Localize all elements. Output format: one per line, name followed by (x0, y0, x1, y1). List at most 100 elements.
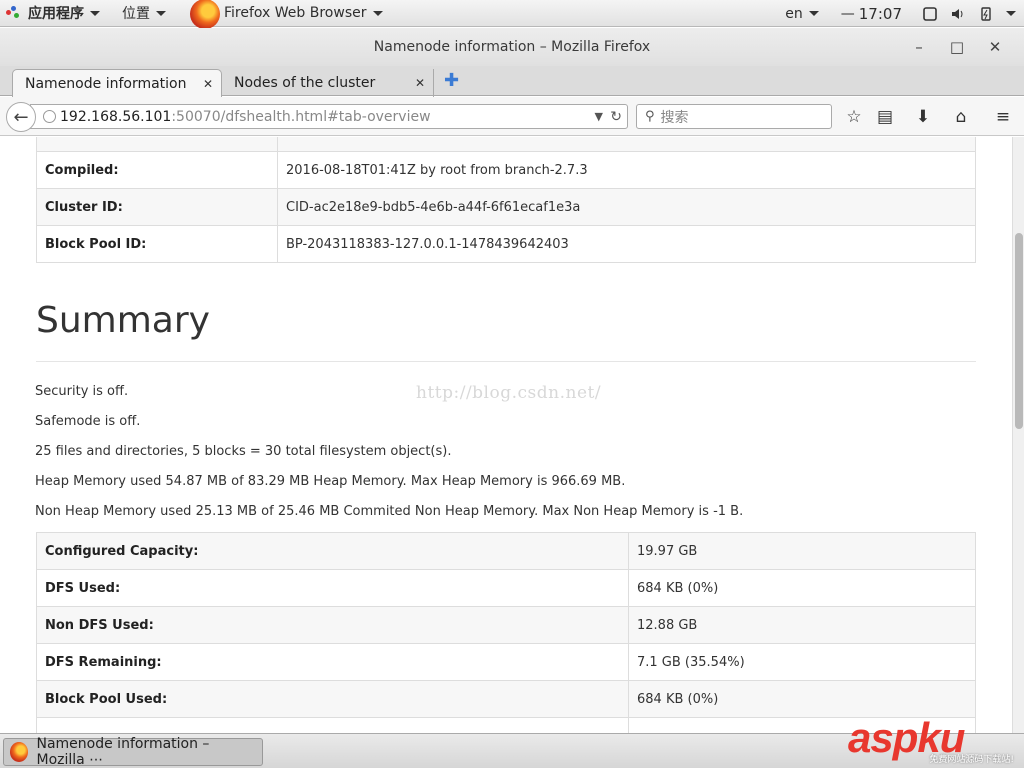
table-value: CID-ac2e18e9-bdb5-4e6b-a44f-6f61ecaf1e3a (277, 188, 976, 226)
site-logo-subtitle: 免费网站源码下载站! (929, 755, 1014, 765)
table-key: Compiled: (36, 151, 278, 189)
scrollbar-thumb[interactable] (1015, 233, 1023, 429)
table-value: BP-2043118383-127.0.0.1-1478439642403 (277, 225, 976, 263)
window-controls: – □ ✕ (900, 28, 1014, 66)
table-key: DFS Remaining: (36, 643, 629, 681)
url-host: 192.168.56.101 (60, 108, 172, 125)
places-label: 位置 (122, 6, 150, 22)
table-value: 684 KB (0%) (628, 569, 976, 607)
tab-strip: Namenode information ✕ Nodes of the clus… (0, 66, 1024, 97)
table-key: DFS Used: (36, 569, 629, 607)
chevron-down-icon (372, 10, 383, 16)
gnome-foot-icon (6, 6, 20, 20)
safemode-status: Safemode is off. (35, 414, 141, 429)
table-row: DFS Used: 684 KB (0%) (36, 569, 976, 607)
close-window-button[interactable]: ✕ (976, 28, 1014, 66)
heap-memory: Heap Memory used 54.87 MB of 83.29 MB He… (35, 474, 626, 489)
table-value: 19.97 GB (628, 532, 976, 570)
tab-nodes-of-the-cluster[interactable]: Nodes of the cluster ✕ (222, 69, 434, 97)
table-row: Compiled: 2016-08-18T01:41Z by root from … (36, 151, 976, 189)
filesystem-objects: 25 files and directories, 5 blocks = 30 … (35, 444, 452, 459)
tab-namenode-information[interactable]: Namenode information ✕ (12, 69, 222, 97)
security-status: Security is off. (35, 384, 129, 399)
dash-separator: — (840, 5, 855, 22)
home-icon[interactable]: ⌂ (949, 105, 973, 129)
table-key (36, 137, 278, 152)
applications-menu[interactable]: 应用程序 (0, 0, 106, 27)
tab-label: Namenode information (25, 75, 187, 92)
table-row: Configured Capacity: 19.97 GB (36, 532, 976, 570)
panel-tray: en — 17:07 (779, 0, 1024, 27)
site-logo: aspku 免费网站源码下载站! (848, 714, 1018, 766)
vertical-scrollbar[interactable] (1012, 137, 1024, 733)
chevron-down-icon (90, 10, 100, 16)
back-button[interactable]: ← (6, 102, 36, 132)
hamburger-menu-icon[interactable]: ≡ (991, 105, 1015, 129)
table-row: Non DFS Used: 12.88 GB (36, 606, 976, 644)
search-placeholder: 搜索 (660, 109, 689, 126)
close-icon[interactable]: ✕ (415, 76, 425, 90)
chevron-down-icon (808, 11, 819, 16)
navigation-bar: ← 192.168.56.101 :50070/dfshealth.html#t… (0, 97, 1024, 136)
table-key: Block Pool Used: (36, 680, 629, 718)
non-heap-memory: Non Heap Memory used 25.13 MB of 25.46 M… (35, 504, 744, 519)
watermark: http://blog.csdn.net/ (416, 383, 602, 403)
table-row (36, 717, 976, 733)
divider (36, 361, 976, 362)
window-list-icon[interactable] (923, 6, 937, 21)
search-icon: ⚲ (645, 109, 655, 124)
top-panel: 应用程序 位置 Firefox Web Browser en — 17:07 (0, 0, 1024, 29)
search-bar[interactable]: ⚲ 搜索 (636, 104, 832, 129)
table-value (277, 137, 976, 152)
arrow-left-icon: ← (13, 106, 29, 128)
download-icon[interactable]: ⬇ (911, 105, 935, 129)
window-titlebar: Namenode information – Mozilla Firefox –… (0, 28, 1024, 66)
volume-icon[interactable] (951, 7, 965, 21)
battery-icon[interactable] (979, 6, 993, 21)
minimize-button[interactable]: – (900, 28, 938, 66)
table-key: Cluster ID: (36, 188, 278, 226)
table-value: 7.1 GB (35.54%) (628, 643, 976, 681)
page-content: Compiled: 2016-08-18T01:41Z by root from … (0, 137, 1012, 733)
table-row: Cluster ID: CID-ac2e18e9-bdb5-4e6b-a44f-6… (36, 188, 976, 226)
overview-table: Compiled: 2016-08-18T01:41Z by root from … (36, 137, 976, 263)
chevron-down-icon[interactable] (1006, 11, 1016, 16)
globe-icon (43, 110, 56, 123)
table-value: 2016-08-18T01:41Z by root from branch-2.… (277, 151, 976, 189)
taskbar-window-label: Namenode information – Mozilla ⋯ (36, 736, 210, 768)
table-value: 12.88 GB (628, 606, 976, 644)
url-bar[interactable]: 192.168.56.101 :50070/dfshealth.html#tab… (30, 104, 628, 129)
close-icon[interactable]: ✕ (203, 77, 213, 91)
new-tab-plus-icon[interactable]: ✚ (444, 70, 459, 91)
table-row (36, 137, 976, 152)
bookmark-star-icon[interactable]: ☆ (842, 105, 866, 129)
url-path: :50070/dfshealth.html#tab-overview (171, 108, 431, 125)
firefox-icon (190, 0, 220, 29)
table-key: Configured Capacity: (36, 532, 629, 570)
summary-heading: Summary (36, 300, 210, 341)
table-row: DFS Remaining: 7.1 GB (35.54%) (36, 643, 976, 681)
window-title: Namenode information – Mozilla Firefox (373, 39, 651, 55)
firefox-icon (10, 742, 29, 762)
table-value: 684 KB (0%) (628, 680, 976, 718)
clock[interactable]: 17:07 (859, 5, 902, 23)
table-key: Non DFS Used: (36, 606, 629, 644)
table-key (36, 717, 629, 733)
chevron-down-icon (156, 10, 166, 16)
tab-label: Nodes of the cluster (234, 75, 376, 91)
table-row: Block Pool Used: 684 KB (0%) (36, 680, 976, 718)
table-key: Block Pool ID: (36, 225, 278, 263)
applications-label: 应用程序 (28, 6, 84, 22)
firefox-app-label: Firefox Web Browser (224, 5, 367, 21)
summary-table: Configured Capacity: 19.97 GB DFS Used: 68… (36, 532, 976, 733)
reload-icon[interactable]: ↻ (610, 109, 622, 125)
reading-list-icon[interactable]: ▤ (873, 105, 897, 129)
language-label: en (785, 5, 803, 22)
taskbar-window-button[interactable]: Namenode information – Mozilla ⋯ (3, 736, 263, 768)
history-dropdown-icon[interactable]: ▼ (595, 110, 603, 123)
table-row: Block Pool ID: BP-2043118383-127.0.0.1-14… (36, 225, 976, 263)
maximize-button[interactable]: □ (938, 28, 976, 66)
places-menu[interactable]: 位置 (116, 0, 172, 27)
language-indicator[interactable]: en (779, 0, 825, 27)
firefox-app-menu[interactable]: Firefox Web Browser (184, 0, 389, 29)
